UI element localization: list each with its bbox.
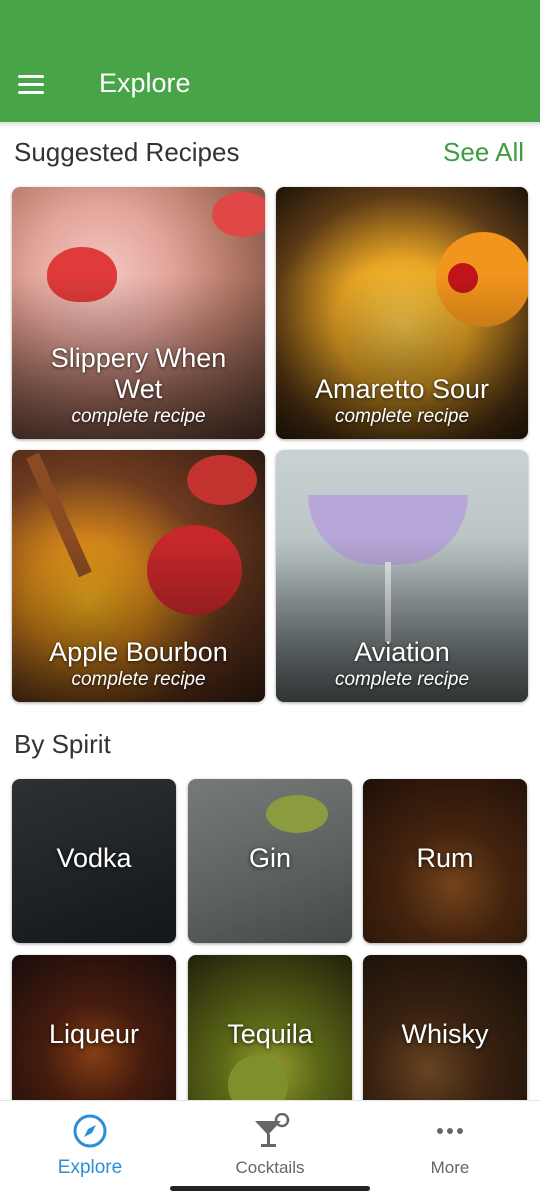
recipe-name: Apple Bourbon: [49, 637, 228, 667]
app-bar: Explore: [0, 0, 540, 122]
cocktail-glass-icon: [255, 1113, 290, 1147]
recipe-card-amaretto-sour[interactable]: Amaretto Sour complete recipe: [276, 187, 528, 439]
spirit-tile-tequila[interactable]: Tequila: [188, 955, 352, 1119]
nav-item-explore[interactable]: Explore: [0, 1111, 180, 1181]
compass-icon: [73, 1114, 107, 1148]
recipe-name: Slippery When Wet: [50, 343, 227, 404]
recipe-subtitle: complete recipe: [334, 669, 470, 690]
spirit-label: Tequila: [227, 1019, 313, 1049]
recipe-name: Amaretto Sour: [314, 374, 490, 404]
recipe-card-apple-bourbon[interactable]: Apple Bourbon complete recipe: [12, 450, 265, 702]
bottom-navigation: Explore Cocktails More: [0, 1100, 540, 1200]
nav-label: Explore: [57, 1157, 123, 1178]
spirit-tile-vodka[interactable]: Vodka: [12, 779, 176, 943]
spirit-label: Liqueur: [48, 1019, 140, 1049]
spirit-label: Gin: [248, 843, 292, 873]
recipe-subtitle: complete recipe: [71, 669, 206, 690]
nav-label: More: [430, 1158, 470, 1177]
by-spirit-heading: By Spirit: [14, 729, 111, 759]
suggested-recipes-heading: Suggested Recipes: [14, 137, 240, 167]
spirit-tile-whisky[interactable]: Whisky: [363, 955, 527, 1119]
spirit-label: Rum: [416, 843, 474, 873]
recipe-caption: Apple Bourbon complete recipe: [12, 637, 265, 692]
recipe-card-aviation[interactable]: Aviation complete recipe: [276, 450, 528, 702]
more-dots-icon: [437, 1128, 463, 1134]
recipe-caption: Slippery When Wet complete recipe: [12, 343, 265, 429]
recipe-subtitle: complete recipe: [334, 406, 470, 427]
see-all-link[interactable]: See All: [443, 137, 524, 168]
home-indicator[interactable]: [170, 1186, 370, 1191]
recipe-caption: Amaretto Sour complete recipe: [276, 374, 528, 429]
recipe-caption: Aviation complete recipe: [276, 637, 528, 692]
spirit-tile-gin[interactable]: Gin: [188, 779, 352, 943]
spirit-label: Whisky: [401, 1019, 489, 1049]
spirit-tile-rum[interactable]: Rum: [363, 779, 527, 943]
app-bar-shadow: [0, 122, 540, 128]
hamburger-menu-icon[interactable]: [18, 62, 58, 106]
nav-label: Cocktails: [235, 1158, 305, 1177]
spirit-label: Vodka: [56, 843, 132, 873]
nav-item-cocktails[interactable]: Cocktails: [180, 1111, 360, 1181]
recipe-subtitle: complete recipe: [71, 406, 206, 427]
spirit-tile-liqueur[interactable]: Liqueur: [12, 955, 176, 1119]
page-title: Explore: [99, 68, 191, 98]
recipe-card-slippery-when-wet[interactable]: Slippery When Wet complete recipe: [12, 187, 265, 439]
nav-item-more[interactable]: More: [360, 1111, 540, 1181]
recipe-name: Aviation: [354, 637, 450, 667]
